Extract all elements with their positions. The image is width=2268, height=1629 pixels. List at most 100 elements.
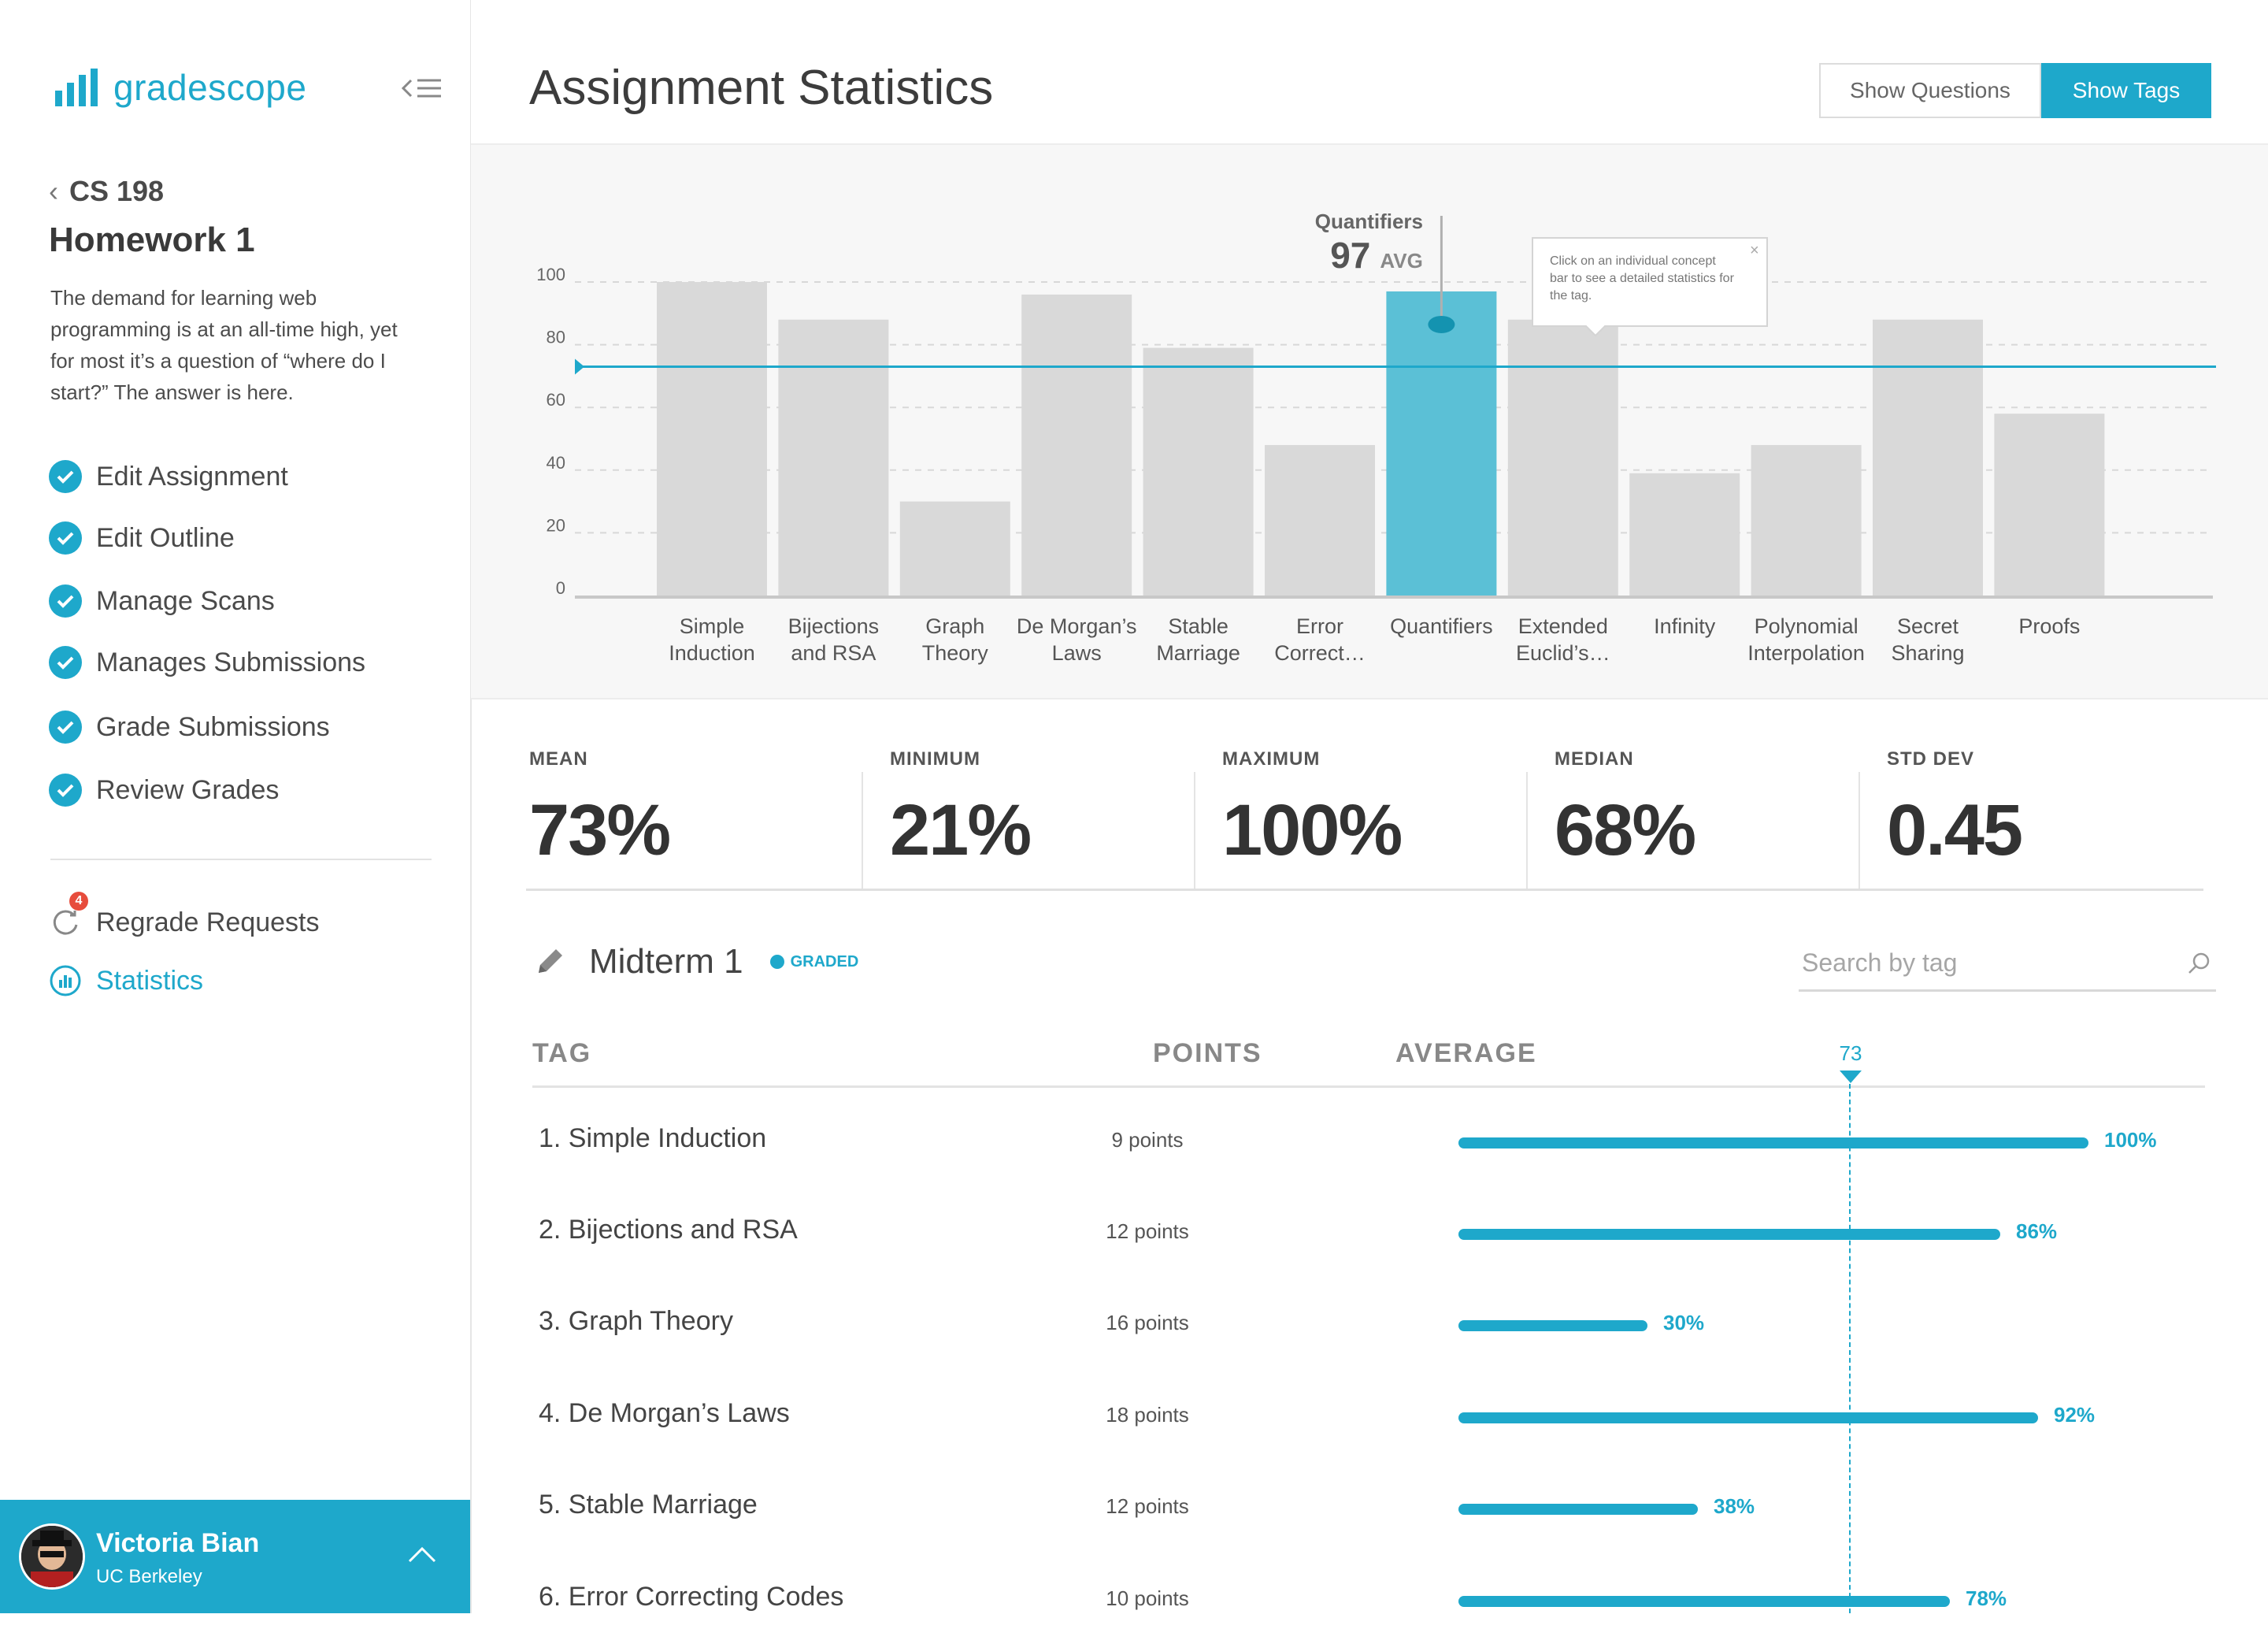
course-name: CS 198 [69, 175, 165, 207]
average-percent: 78% [1966, 1586, 2007, 1610]
tag-name: 3. Graph Theory [539, 1306, 733, 1336]
average-bar [1458, 1320, 1647, 1331]
user-panel[interactable]: Victoria Bian UC Berkeley [0, 1500, 470, 1613]
stat-label: MEAN [529, 748, 588, 770]
callout-dot [1428, 315, 1455, 333]
step-grade-submissions[interactable]: Grade Submissions [49, 711, 330, 744]
check-circle-icon [49, 584, 82, 618]
sidebar: gradescope ‹ CS 198 Homework 1 The demand… [0, 0, 472, 1613]
average-bar [1458, 1137, 2088, 1148]
search-input[interactable]: Search by tag [1799, 942, 2216, 992]
x-tick-label: Laws [1052, 641, 1102, 665]
stat-minimum: MINIMUM 21% [890, 748, 1032, 890]
x-tick-label: Proofs [2018, 614, 2080, 638]
table-row[interactable]: 6. Error Correcting Codes 10 points 78% [532, 1566, 2205, 1629]
chart-bar[interactable] [1143, 347, 1254, 596]
step-label: Edit Outline [96, 522, 235, 553]
sidebar-item-regrade-requests[interactable]: 4 Regrade Requests [49, 892, 320, 939]
x-tick-label: and RSA [791, 641, 876, 665]
average-percent: 100% [2104, 1128, 2157, 1152]
y-tick-label: 80 [547, 328, 565, 347]
y-tick-label: 0 [556, 578, 565, 598]
step-label: Manages Submissions [96, 647, 366, 677]
x-tick-label: Euclid’s… [1516, 641, 1610, 665]
stat-std-dev: STD DEV 0.45 [1887, 748, 2023, 890]
x-tick-label: Interpolation [1747, 641, 1865, 665]
table-row[interactable]: 1. Simple Induction 9 points 100% [532, 1108, 2205, 1171]
section-title: Midterm 1 [589, 942, 743, 981]
chart-bar[interactable] [1751, 444, 1862, 596]
stat-label: MEDIAN [1555, 748, 1634, 770]
chart-bar[interactable] [1021, 294, 1132, 596]
avatar [19, 1523, 85, 1590]
column-header-points[interactable]: POINTS [1153, 1038, 1262, 1069]
check-circle-icon [49, 460, 82, 493]
table-row[interactable]: 4. De Morgan’s Laws 18 points 92% [532, 1382, 2205, 1445]
step-manage-scans[interactable]: Manage Scans [49, 584, 275, 618]
step-label: Grade Submissions [96, 711, 330, 742]
table-row[interactable]: 5. Stable Marriage 12 points 38% [532, 1474, 2205, 1537]
stat-label: MAXIMUM [1222, 748, 1321, 770]
check-circle-icon [49, 774, 82, 807]
chart-bar[interactable] [778, 319, 889, 596]
tag-name: 4. De Morgan’s Laws [539, 1398, 790, 1428]
chevron-up-icon[interactable] [406, 1544, 438, 1564]
chart-bar[interactable] [1507, 319, 1618, 596]
user-name: Victoria Bian [96, 1528, 260, 1558]
chart-bar[interactable] [1386, 291, 1497, 596]
chart-bar[interactable] [657, 282, 767, 596]
chart-bar[interactable] [1873, 319, 1983, 596]
step-review-grades[interactable]: Review Grades [49, 774, 279, 807]
check-circle-icon [49, 711, 82, 744]
show-questions-button[interactable]: Show Questions [1819, 63, 2041, 118]
regrade-icon: 4 [49, 892, 88, 939]
x-tick-label: Correct… [1274, 641, 1366, 665]
main-content: Assignment Statistics Show Questions Sho… [471, 0, 2268, 1613]
step-edit-outline[interactable]: Edit Outline [49, 521, 235, 555]
x-tick-label: Theory [922, 641, 989, 665]
step-manage-submissions[interactable]: Manages Submissions [49, 646, 365, 679]
step-edit-assignment[interactable]: Edit Assignment [49, 460, 288, 493]
table-row[interactable]: 3. Graph Theory 16 points 30% [532, 1290, 2205, 1353]
tooltip-box [1532, 237, 1768, 337]
search-icon[interactable] [2186, 950, 2213, 977]
check-circle-icon [49, 646, 82, 679]
status-badge: GRADED [769, 953, 858, 971]
column-header-average[interactable]: AVERAGE [1395, 1038, 1537, 1069]
page-title: Assignment Statistics [529, 61, 994, 115]
chart-bar[interactable] [899, 501, 1010, 596]
average-percent: 92% [2054, 1403, 2096, 1427]
view-toggle: Show Questions Show Tags [1819, 63, 2211, 118]
y-tick-label: 60 [547, 390, 565, 410]
stat-value: 73% [529, 790, 671, 870]
step-label: Edit Assignment [96, 461, 288, 492]
regrade-label: Regrade Requests [96, 907, 320, 937]
average-marker-label: 73 [1839, 1041, 1862, 1065]
show-tags-button[interactable]: Show Tags [2041, 63, 2211, 118]
callout-suffix: AVG [1380, 249, 1422, 273]
logo[interactable]: gradescope [55, 66, 306, 109]
description-line: for most it’s a question of “where do I [50, 349, 386, 373]
logo-text: gradescope [113, 67, 307, 108]
x-tick-label: Sharing [1891, 641, 1964, 665]
chart-bar[interactable] [1265, 444, 1375, 596]
sidebar-item-statistics[interactable]: Statistics [49, 964, 203, 997]
stats-underline [526, 889, 2203, 891]
y-tick-label: 40 [547, 453, 565, 473]
step-label: Manage Scans [96, 585, 275, 616]
collapse-sidebar-icon[interactable] [402, 74, 443, 102]
logo-bars-icon [55, 69, 98, 106]
chart-bar[interactable] [1629, 473, 1740, 596]
average-percent: 38% [1714, 1494, 1755, 1518]
callout-label: Quantifiers [1315, 210, 1423, 233]
stat-label: MINIMUM [890, 748, 980, 770]
stat-value: 0.45 [1887, 790, 2023, 870]
course-breadcrumb[interactable]: ‹ CS 198 [49, 175, 164, 208]
column-header-tag[interactable]: TAG [532, 1038, 591, 1069]
close-icon[interactable]: × [1750, 242, 1759, 259]
chart-bar[interactable] [1994, 414, 2105, 596]
stat-divider [1526, 772, 1528, 890]
table-row[interactable]: 2. Bijections and RSA 12 points 86% [532, 1199, 2205, 1262]
stat-divider [1858, 772, 1860, 890]
x-tick-label: Infinity [1654, 614, 1716, 638]
